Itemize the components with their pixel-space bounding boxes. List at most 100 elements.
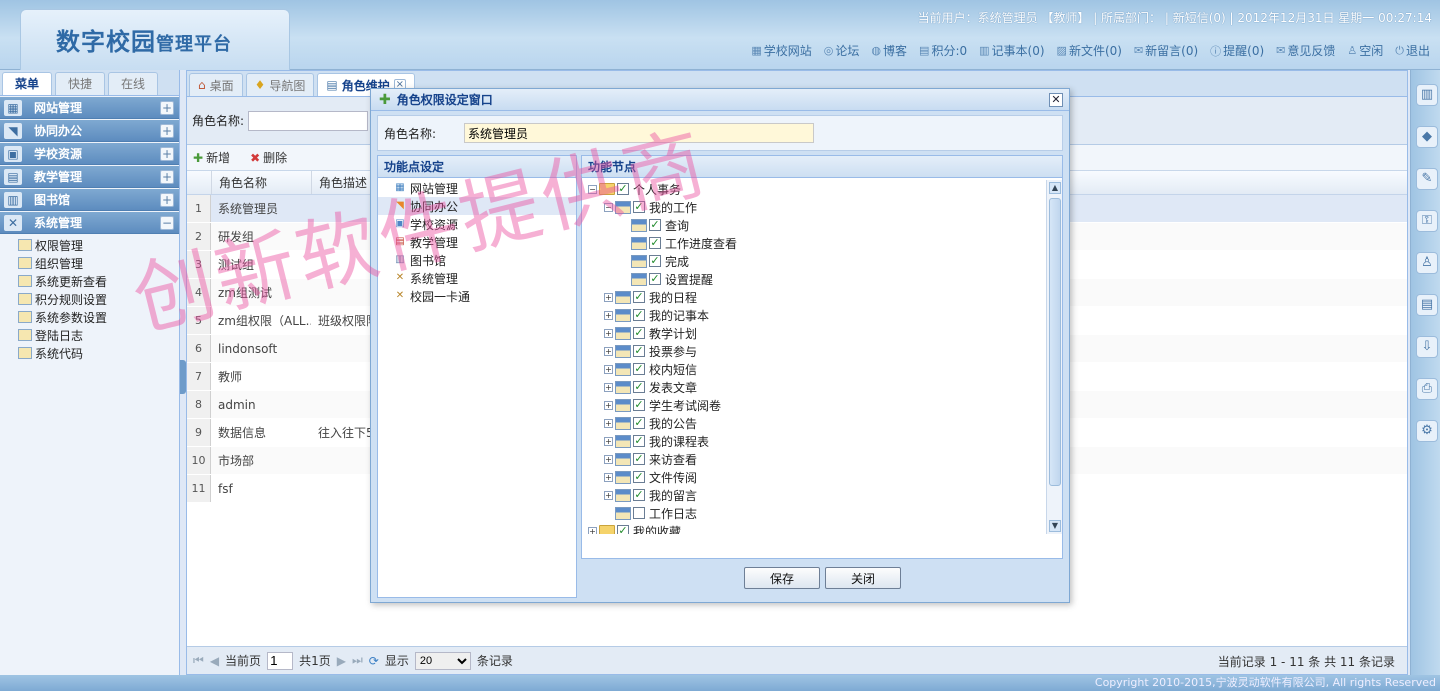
header-link-8[interactable]: ✉ 意见反馈 <box>1276 42 1335 59</box>
scroll-down-icon[interactable]: ▼ <box>1049 520 1061 532</box>
expand-icon[interactable]: + <box>604 436 613 446</box>
node-checkbox[interactable]: ✓ <box>617 525 629 534</box>
first-page-icon[interactable]: ⏮ <box>193 653 204 668</box>
function-point-item[interactable]: ◥ 协同办公 <box>378 197 576 215</box>
menu-group-2[interactable]: ▣ 学校资源 + <box>0 143 179 165</box>
node-checkbox[interactable]: ✓ <box>649 237 661 249</box>
expand-icon[interactable]: + <box>604 472 613 482</box>
node-checkbox[interactable]: ✓ <box>649 255 661 267</box>
header-link-10[interactable]: ⏻ 退出 <box>1395 42 1430 59</box>
save-button[interactable]: 保存 <box>744 567 820 589</box>
close-button[interactable]: 关闭 <box>825 567 901 589</box>
tree-node[interactable]: + ✓ 我的记事本 <box>582 306 1052 324</box>
submenu-item[interactable]: 系统更新查看 <box>18 272 179 290</box>
prev-page-icon[interactable]: ◀ <box>210 654 219 668</box>
eraser-icon[interactable]: ◆ <box>1416 126 1438 148</box>
header-link-3[interactable]: ▤ 积分:0 <box>919 42 967 59</box>
node-checkbox[interactable]: ✓ <box>633 309 645 321</box>
expand-icon[interactable]: + <box>604 310 613 320</box>
expand-icon[interactable]: + <box>604 454 613 464</box>
header-link-4[interactable]: ▥ 记事本(0) <box>979 42 1044 59</box>
tree-node[interactable]: ✓ 工作进度查看 <box>582 234 1052 252</box>
expand-icon[interactable]: + <box>160 101 174 115</box>
tree-node[interactable]: + ✓ 我的公告 <box>582 414 1052 432</box>
node-checkbox[interactable]: ✓ <box>633 201 645 213</box>
tree-node[interactable]: + ✓ 我的收藏 <box>582 522 1052 534</box>
node-checkbox[interactable]: ✓ <box>633 417 645 429</box>
pencil-icon[interactable]: ✎ <box>1416 168 1438 190</box>
tree-node[interactable]: ✓ 完成 <box>582 252 1052 270</box>
function-point-item[interactable]: ▥ 图书馆 <box>378 251 576 269</box>
collapse-icon[interactable]: − <box>588 184 597 194</box>
header-link-0[interactable]: ▦ 学校网站 <box>751 42 811 59</box>
node-checkbox[interactable]: ✓ <box>633 507 645 519</box>
tab-menu[interactable]: 菜单 <box>2 72 52 95</box>
header-link-6[interactable]: ✉ 新留言(0) <box>1134 42 1198 59</box>
header-link-1[interactable]: ◎ 论坛 <box>824 42 860 59</box>
expand-icon[interactable]: + <box>604 490 613 500</box>
node-checkbox[interactable]: ✓ <box>633 345 645 357</box>
expand-icon[interactable]: + <box>604 418 613 428</box>
tree-node[interactable]: + ✓ 文件传阅 <box>582 468 1052 486</box>
expand-icon[interactable]: + <box>160 193 174 207</box>
collapse-icon[interactable]: − <box>160 216 174 230</box>
node-checkbox[interactable]: ✓ <box>633 471 645 483</box>
expand-icon[interactable]: + <box>604 364 613 374</box>
function-point-item[interactable]: ▣ 学校资源 <box>378 215 576 233</box>
menu-group-5[interactable]: ✕ 系统管理 − <box>0 212 179 234</box>
tree-node[interactable]: + ✓ 投票参与 <box>582 342 1052 360</box>
header-link-9[interactable]: ♙ 空闲 <box>1347 42 1383 59</box>
node-checkbox[interactable]: ✓ <box>633 363 645 375</box>
expand-icon[interactable]: + <box>604 400 613 410</box>
tree-node[interactable]: + ✓ 发表文章 <box>582 378 1052 396</box>
header-link-7[interactable]: ⓘ 提醒(0) <box>1210 42 1264 59</box>
node-checkbox[interactable]: ✓ <box>649 273 661 285</box>
node-checkbox[interactable]: ✓ <box>617 183 629 195</box>
tree-node[interactable]: + ✓ 来访查看 <box>582 450 1052 468</box>
node-checkbox[interactable]: ✓ <box>633 399 645 411</box>
tree-node[interactable]: + ✓ 学生考试阅卷 <box>582 396 1052 414</box>
tree-node[interactable]: − ✓ 个人事务 <box>582 180 1052 198</box>
function-point-item[interactable]: ▦ 网站管理 <box>378 179 576 197</box>
node-checkbox[interactable]: ✓ <box>633 489 645 501</box>
tree-node[interactable]: + ✓ 教学计划 <box>582 324 1052 342</box>
header-link-2[interactable]: ◍ 博客 <box>871 42 907 59</box>
function-point-item[interactable]: ✕ 系统管理 <box>378 269 576 287</box>
node-checkbox[interactable]: ✓ <box>633 291 645 303</box>
next-page-icon[interactable]: ▶ <box>337 654 346 668</box>
column-header-role-name[interactable]: 角色名称 <box>211 171 311 194</box>
document-icon[interactable]: ▤ <box>1416 294 1438 316</box>
node-checkbox[interactable]: ✓ <box>633 381 645 393</box>
submenu-item[interactable]: 系统参数设置 <box>18 308 179 326</box>
menu-group-0[interactable]: ▦ 网站管理 + <box>0 97 179 119</box>
submenu-item[interactable]: 系统代码 <box>18 344 179 362</box>
expand-icon[interactable]: + <box>604 382 613 392</box>
menu-group-3[interactable]: ▤ 教学管理 + <box>0 166 179 188</box>
page-size-select[interactable]: 20 <box>414 651 471 670</box>
tree-node[interactable]: ✓ 查询 <box>582 216 1052 234</box>
add-button[interactable]: ✚ 新增 <box>193 149 230 166</box>
role-name-search-input[interactable] <box>248 110 369 131</box>
node-checkbox[interactable]: ✓ <box>633 435 645 447</box>
submenu-item[interactable]: 积分规则设置 <box>18 290 179 308</box>
tab-navigation[interactable]: ♦ 导航图 <box>245 73 315 96</box>
header-link-5[interactable]: ▨ 新文件(0) <box>1057 42 1122 59</box>
expand-icon[interactable]: + <box>604 328 613 338</box>
page-number-input[interactable] <box>267 651 294 670</box>
tree-scrollbar[interactable]: ▲ ▼ <box>1046 180 1062 534</box>
tab-shortcuts[interactable]: 快捷 <box>55 72 105 95</box>
expand-icon[interactable]: + <box>160 170 174 184</box>
expand-icon[interactable]: + <box>160 124 174 138</box>
tree-node[interactable]: + ✓ 我的日程 <box>582 288 1052 306</box>
submenu-item[interactable]: 登陆日志 <box>18 326 179 344</box>
scroll-up-icon[interactable]: ▲ <box>1049 182 1061 194</box>
submenu-item[interactable]: 权限管理 <box>18 236 179 254</box>
tree-node[interactable]: ✓ 设置提醒 <box>582 270 1052 288</box>
tree-node[interactable]: − ✓ 我的工作 <box>582 198 1052 216</box>
scroll-thumb[interactable] <box>1049 198 1061 486</box>
collapse-icon[interactable]: − <box>604 202 613 212</box>
expand-icon[interactable]: + <box>604 346 613 356</box>
key-icon[interactable]: ⚿ <box>1416 210 1438 232</box>
node-checkbox[interactable]: ✓ <box>633 327 645 339</box>
function-point-item[interactable]: ▤ 教学管理 <box>378 233 576 251</box>
